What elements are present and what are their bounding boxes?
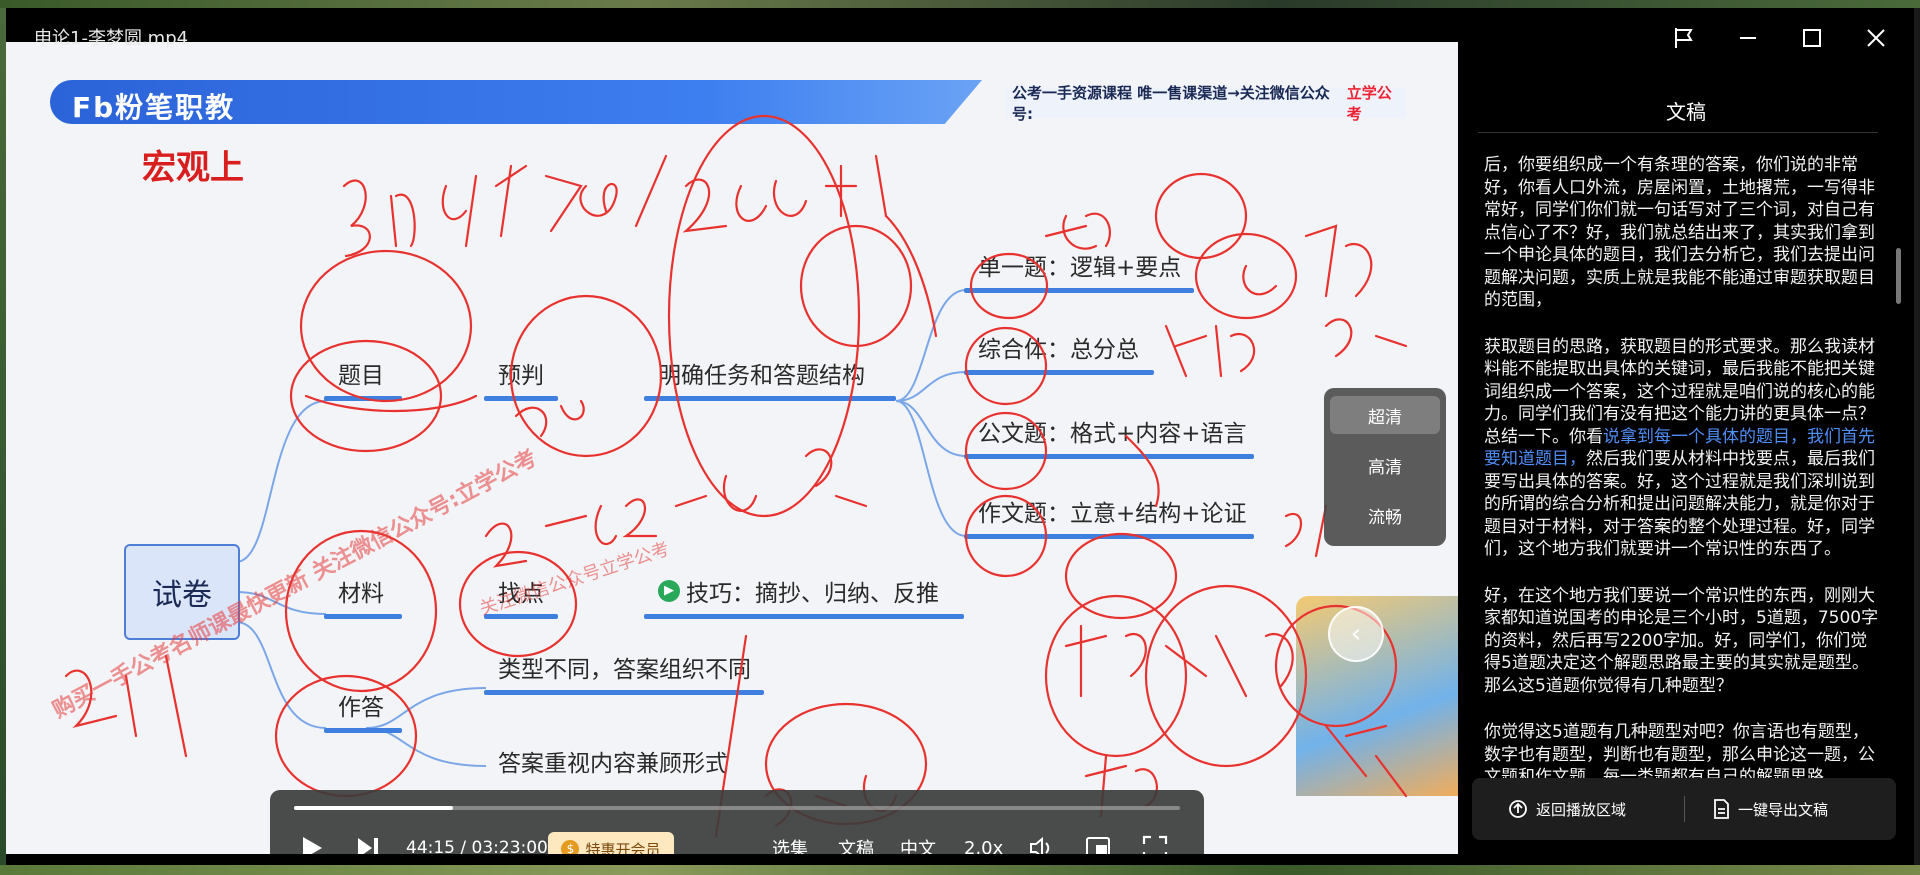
back-to-playing-label: 返回播放区域 [1536,800,1627,819]
transcript-panel: 文稿 后，你要组织成一个有条理的答案，你们说的非常好，你看人口外流，房屋闲置，土… [1458,58,1914,865]
play-icon[interactable] [300,830,324,854]
handwriting-annotations [64,114,1408,838]
minimize-icon[interactable] [1730,20,1766,56]
transcript-footer: 返回播放区域 一键导出文稿 [1472,778,1896,840]
export-transcript-button[interactable]: 一键导出文稿 [1712,778,1828,840]
progress-fill [294,806,454,810]
close-icon[interactable] [1858,20,1894,56]
transcript-paragraph: 获取题目的思路，获取题目的形式要求。那么我读材料能不能提取出具体的关键词，最后我… [1484,336,1882,561]
subtitle-button[interactable]: 中文 [900,830,936,854]
quality-menu: 超清 高清 流畅 [1324,388,1446,546]
arrow-up-circle-icon [1509,800,1527,818]
speed-button[interactable]: 2.0x [964,830,1003,855]
vip-button[interactable]: $ 特惠开会员 [548,832,674,854]
transcript-paragraph: 后，你要组织成一个有条理的答案，你们说的非常好，你看人口外流，房屋闲置，土地撂荒… [1484,155,1875,310]
document-icon [1714,799,1729,819]
quality-option-ultra[interactable]: 超清 [1330,396,1440,434]
footer-divider [1684,796,1685,822]
volume-icon[interactable] [1028,830,1056,854]
desktop-background-top [0,0,1920,8]
quality-option-high[interactable]: 高清 [1330,446,1440,484]
pip-icon[interactable] [1084,830,1112,854]
panel-divider [1478,132,1878,133]
transcript-paragraph: 好，在这个地方我们要说一个常识性的东西，刚刚大家都知道说国考的申论是三个小时，5… [1484,585,1879,696]
back-to-playing-button[interactable]: 返回播放区域 [1508,778,1626,840]
progress-bar[interactable] [294,806,1180,810]
player-controls: 44:15 / 03:23:00 $ 特惠开会员 选集 文稿 中文 2.0x [270,790,1204,854]
vip-label: 特惠开会员 [585,840,661,855]
episodes-button[interactable]: 选集 [772,830,808,854]
player-window: Fb粉笔职教 公考一手资源课程 唯一售课渠道→关注微信公众号: 立学公考 宏观上 … [6,8,1914,865]
transcript-text[interactable]: 后，你要组织成一个有条理的答案，你们说的非常好，你看人口外流，房屋闲置，土地撂荒… [1484,154,1882,864]
transcript-scrollbar[interactable] [1896,248,1901,304]
transcript-button[interactable]: 文稿 [838,830,874,854]
collapse-chevron-icon[interactable]: ‹ [1328,606,1384,662]
video-area[interactable]: Fb粉笔职教 公考一手资源课程 唯一售课渠道→关注微信公众号: 立学公考 宏观上 … [6,36,1458,854]
quality-option-smooth[interactable]: 流畅 [1330,496,1440,534]
desktop-background-bottom [0,865,1920,875]
coupon-icon: $ [561,840,580,854]
next-icon[interactable] [356,830,380,854]
maximize-icon[interactable] [1794,20,1830,56]
panel-title: 文稿 [1666,100,1706,124]
export-transcript-label: 一键导出文稿 [1738,800,1829,819]
pin-icon[interactable] [1666,20,1702,56]
fullscreen-icon[interactable] [1142,830,1168,854]
time-readout: 44:15 / 03:23:00 [406,838,548,854]
